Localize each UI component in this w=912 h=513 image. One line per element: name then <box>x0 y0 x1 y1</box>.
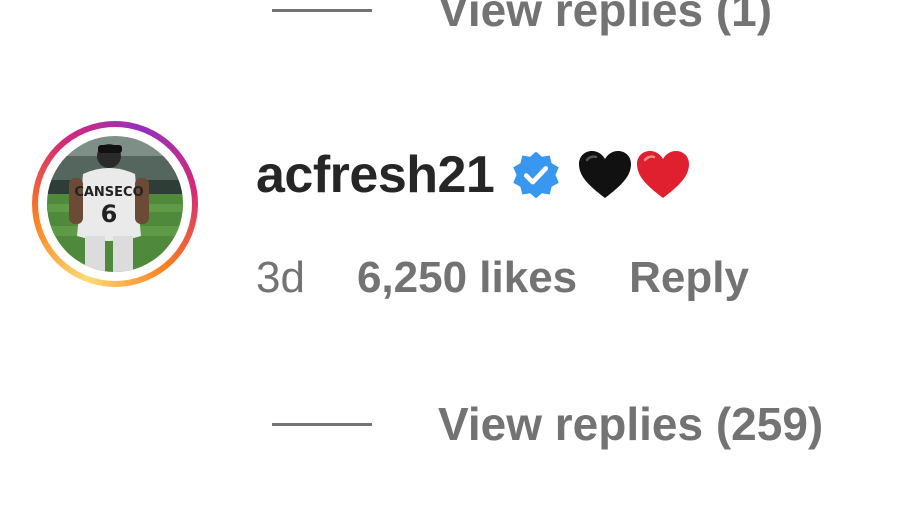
comment-header: acfresh21 <box>256 140 692 210</box>
avatar-ring-gap: CANSECO 6 <box>38 127 192 281</box>
avatar-image: CANSECO 6 <box>47 136 183 272</box>
replies-divider-line <box>272 8 372 12</box>
reply-button[interactable]: Reply <box>629 253 749 303</box>
avatar[interactable]: CANSECO 6 <box>32 121 198 287</box>
view-replies[interactable]: View replies (259) <box>272 396 823 452</box>
previous-view-replies[interactable]: View replies (1) <box>272 0 772 38</box>
comment-likes[interactable]: 6,250 likes <box>357 253 577 303</box>
svg-text:6: 6 <box>101 200 118 228</box>
avatar-photo: CANSECO 6 <box>47 136 183 272</box>
replies-divider-line <box>272 422 372 426</box>
svg-text:CANSECO: CANSECO <box>74 185 143 200</box>
verified-badge-icon <box>513 151 560 199</box>
comment-username[interactable]: acfresh21 <box>256 140 495 210</box>
comment-meta: 3d 6,250 likes Reply <box>256 248 749 308</box>
comment-body <box>576 148 692 202</box>
red-heart-icon <box>637 151 690 198</box>
comment-timestamp: 3d <box>256 253 305 302</box>
view-replies-link[interactable]: View replies (1) <box>438 0 772 38</box>
view-replies-link[interactable]: View replies (259) <box>438 396 823 452</box>
black-heart-icon <box>579 151 632 198</box>
